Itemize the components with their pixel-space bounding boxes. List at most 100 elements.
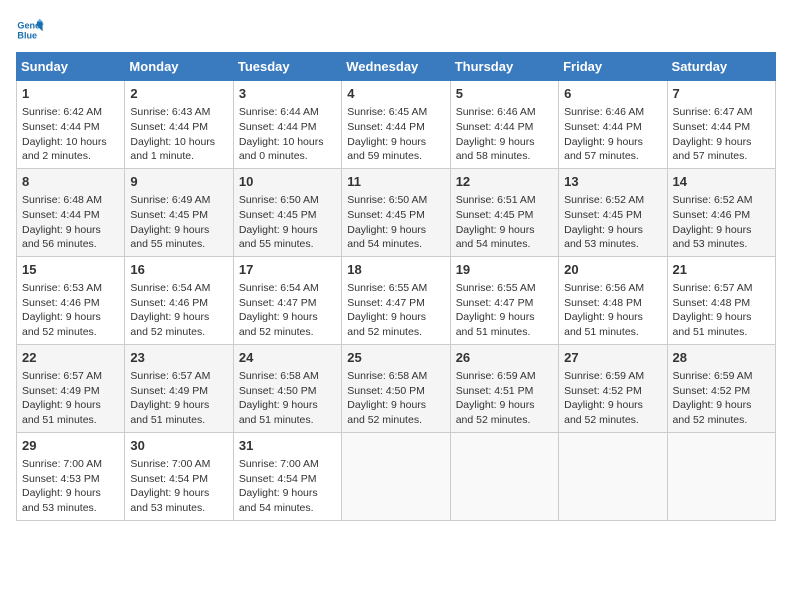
day-number: 2 bbox=[130, 85, 227, 103]
day-info: Sunrise: 6:51 AMSunset: 4:45 PMDaylight:… bbox=[456, 193, 553, 252]
calendar-day-cell: 29 Sunrise: 7:00 AMSunset: 4:53 PMDayligh… bbox=[17, 432, 125, 520]
calendar-day-cell: 7 Sunrise: 6:47 AMSunset: 4:44 PMDaylight… bbox=[667, 81, 775, 169]
calendar-day-cell: 13Sunrise: 6:52 AMSunset: 4:45 PMDayligh… bbox=[559, 168, 667, 256]
page-header: General Blue bbox=[16, 16, 776, 44]
day-info: Sunrise: 6:57 AMSunset: 4:48 PMDaylight:… bbox=[673, 281, 770, 340]
day-number: 24 bbox=[239, 349, 336, 367]
day-info: Sunrise: 6:44 AMSunset: 4:44 PMDaylight:… bbox=[239, 105, 336, 164]
calendar-day-cell: 17 Sunrise: 6:54 AMSunset: 4:47 PMDayligh… bbox=[233, 256, 341, 344]
day-info: Sunrise: 6:54 AMSunset: 4:46 PMDaylight:… bbox=[130, 281, 227, 340]
calendar-day-cell: 26 Sunrise: 6:59 AMSunset: 4:51 PMDayligh… bbox=[450, 344, 558, 432]
day-info: Sunrise: 6:55 AMSunset: 4:47 PMDaylight:… bbox=[456, 281, 553, 340]
day-number: 1 bbox=[22, 85, 119, 103]
day-info: Sunrise: 6:49 AMSunset: 4:45 PMDaylight:… bbox=[130, 193, 227, 252]
calendar-day-cell: 19Sunrise: 6:55 AMSunset: 4:47 PMDayligh… bbox=[450, 256, 558, 344]
logo-icon: General Blue bbox=[16, 16, 44, 44]
calendar-day-cell: 5 Sunrise: 6:46 AMSunset: 4:44 PMDaylight… bbox=[450, 81, 558, 169]
day-info: Sunrise: 6:58 AMSunset: 4:50 PMDaylight:… bbox=[239, 369, 336, 428]
day-number: 7 bbox=[673, 85, 770, 103]
calendar-day-cell: 11Sunrise: 6:50 AMSunset: 4:45 PMDayligh… bbox=[342, 168, 450, 256]
day-number: 28 bbox=[673, 349, 770, 367]
calendar-day-cell bbox=[342, 432, 450, 520]
calendar-day-cell bbox=[667, 432, 775, 520]
day-number: 6 bbox=[564, 85, 661, 103]
day-number: 20 bbox=[564, 261, 661, 279]
day-number: 25 bbox=[347, 349, 444, 367]
calendar-day-cell bbox=[450, 432, 558, 520]
day-info: Sunrise: 6:59 AMSunset: 4:51 PMDaylight:… bbox=[456, 369, 553, 428]
day-number: 17 bbox=[239, 261, 336, 279]
calendar-day-cell: 16 Sunrise: 6:54 AMSunset: 4:46 PMDayligh… bbox=[125, 256, 233, 344]
day-info: Sunrise: 6:46 AMSunset: 4:44 PMDaylight:… bbox=[564, 105, 661, 164]
calendar-day-cell: 22 Sunrise: 6:57 AMSunset: 4:49 PMDayligh… bbox=[17, 344, 125, 432]
day-number: 26 bbox=[456, 349, 553, 367]
calendar-day-header: Monday bbox=[125, 53, 233, 81]
day-info: Sunrise: 6:47 AMSunset: 4:44 PMDaylight:… bbox=[673, 105, 770, 164]
day-number: 27 bbox=[564, 349, 661, 367]
calendar-day-cell bbox=[559, 432, 667, 520]
calendar-day-cell: 10Sunrise: 6:50 AMSunset: 4:45 PMDayligh… bbox=[233, 168, 341, 256]
day-number: 8 bbox=[22, 173, 119, 191]
calendar-day-cell: 18Sunrise: 6:55 AMSunset: 4:47 PMDayligh… bbox=[342, 256, 450, 344]
day-number: 18 bbox=[347, 261, 444, 279]
day-info: Sunrise: 7:00 AMSunset: 4:53 PMDaylight:… bbox=[22, 457, 119, 516]
calendar-week-row: 22 Sunrise: 6:57 AMSunset: 4:49 PMDayligh… bbox=[17, 344, 776, 432]
day-number: 29 bbox=[22, 437, 119, 455]
calendar-day-cell: 6 Sunrise: 6:46 AMSunset: 4:44 PMDaylight… bbox=[559, 81, 667, 169]
day-info: Sunrise: 6:45 AMSunset: 4:44 PMDaylight:… bbox=[347, 105, 444, 164]
calendar-week-row: 29 Sunrise: 7:00 AMSunset: 4:53 PMDayligh… bbox=[17, 432, 776, 520]
day-number: 9 bbox=[130, 173, 227, 191]
calendar-header-row: SundayMondayTuesdayWednesdayThursdayFrid… bbox=[17, 53, 776, 81]
day-number: 14 bbox=[673, 173, 770, 191]
calendar-day-header: Saturday bbox=[667, 53, 775, 81]
day-info: Sunrise: 6:52 AMSunset: 4:45 PMDaylight:… bbox=[564, 193, 661, 252]
day-number: 21 bbox=[673, 261, 770, 279]
day-number: 5 bbox=[456, 85, 553, 103]
day-info: Sunrise: 6:43 AMSunset: 4:44 PMDaylight:… bbox=[130, 105, 227, 164]
day-info: Sunrise: 6:50 AMSunset: 4:45 PMDaylight:… bbox=[347, 193, 444, 252]
day-info: Sunrise: 6:48 AMSunset: 4:44 PMDaylight:… bbox=[22, 193, 119, 252]
day-number: 22 bbox=[22, 349, 119, 367]
logo: General Blue bbox=[16, 16, 48, 44]
calendar-day-header: Friday bbox=[559, 53, 667, 81]
day-info: Sunrise: 6:54 AMSunset: 4:47 PMDaylight:… bbox=[239, 281, 336, 340]
calendar-day-cell: 25Sunrise: 6:58 AMSunset: 4:50 PMDayligh… bbox=[342, 344, 450, 432]
calendar-day-cell: 21 Sunrise: 6:57 AMSunset: 4:48 PMDayligh… bbox=[667, 256, 775, 344]
day-info: Sunrise: 6:57 AMSunset: 4:49 PMDaylight:… bbox=[22, 369, 119, 428]
day-number: 30 bbox=[130, 437, 227, 455]
calendar-day-cell: 30 Sunrise: 7:00 AMSunset: 4:54 PMDayligh… bbox=[125, 432, 233, 520]
day-info: Sunrise: 6:59 AMSunset: 4:52 PMDaylight:… bbox=[564, 369, 661, 428]
calendar-week-row: 15Sunrise: 6:53 AMSunset: 4:46 PMDayligh… bbox=[17, 256, 776, 344]
calendar-day-cell: 28 Sunrise: 6:59 AMSunset: 4:52 PMDayligh… bbox=[667, 344, 775, 432]
calendar-day-cell: 24 Sunrise: 6:58 AMSunset: 4:50 PMDayligh… bbox=[233, 344, 341, 432]
day-info: Sunrise: 6:59 AMSunset: 4:52 PMDaylight:… bbox=[673, 369, 770, 428]
day-info: Sunrise: 6:56 AMSunset: 4:48 PMDaylight:… bbox=[564, 281, 661, 340]
calendar-day-cell: 4 Sunrise: 6:45 AMSunset: 4:44 PMDaylight… bbox=[342, 81, 450, 169]
day-info: Sunrise: 7:00 AMSunset: 4:54 PMDaylight:… bbox=[239, 457, 336, 516]
calendar-day-cell: 12Sunrise: 6:51 AMSunset: 4:45 PMDayligh… bbox=[450, 168, 558, 256]
calendar-day-cell: 2 Sunrise: 6:43 AMSunset: 4:44 PMDaylight… bbox=[125, 81, 233, 169]
calendar-day-header: Sunday bbox=[17, 53, 125, 81]
calendar-day-cell: 15Sunrise: 6:53 AMSunset: 4:46 PMDayligh… bbox=[17, 256, 125, 344]
calendar-day-cell: 3 Sunrise: 6:44 AMSunset: 4:44 PMDaylight… bbox=[233, 81, 341, 169]
day-info: Sunrise: 6:52 AMSunset: 4:46 PMDaylight:… bbox=[673, 193, 770, 252]
day-number: 3 bbox=[239, 85, 336, 103]
calendar-day-header: Thursday bbox=[450, 53, 558, 81]
day-info: Sunrise: 6:57 AMSunset: 4:49 PMDaylight:… bbox=[130, 369, 227, 428]
day-number: 16 bbox=[130, 261, 227, 279]
day-number: 23 bbox=[130, 349, 227, 367]
calendar-week-row: 8 Sunrise: 6:48 AMSunset: 4:44 PMDaylight… bbox=[17, 168, 776, 256]
calendar-day-cell: 9 Sunrise: 6:49 AMSunset: 4:45 PMDaylight… bbox=[125, 168, 233, 256]
calendar-day-cell: 1Sunrise: 6:42 AMSunset: 4:44 PMDaylight… bbox=[17, 81, 125, 169]
day-info: Sunrise: 6:46 AMSunset: 4:44 PMDaylight:… bbox=[456, 105, 553, 164]
calendar-day-cell: 8 Sunrise: 6:48 AMSunset: 4:44 PMDaylight… bbox=[17, 168, 125, 256]
calendar-day-cell: 20 Sunrise: 6:56 AMSunset: 4:48 PMDayligh… bbox=[559, 256, 667, 344]
day-info: Sunrise: 7:00 AMSunset: 4:54 PMDaylight:… bbox=[130, 457, 227, 516]
calendar-week-row: 1Sunrise: 6:42 AMSunset: 4:44 PMDaylight… bbox=[17, 81, 776, 169]
day-number: 4 bbox=[347, 85, 444, 103]
calendar-day-cell: 23 Sunrise: 6:57 AMSunset: 4:49 PMDayligh… bbox=[125, 344, 233, 432]
calendar-table: SundayMondayTuesdayWednesdayThursdayFrid… bbox=[16, 52, 776, 521]
calendar-day-header: Wednesday bbox=[342, 53, 450, 81]
calendar-day-cell: 14 Sunrise: 6:52 AMSunset: 4:46 PMDayligh… bbox=[667, 168, 775, 256]
calendar-day-header: Tuesday bbox=[233, 53, 341, 81]
